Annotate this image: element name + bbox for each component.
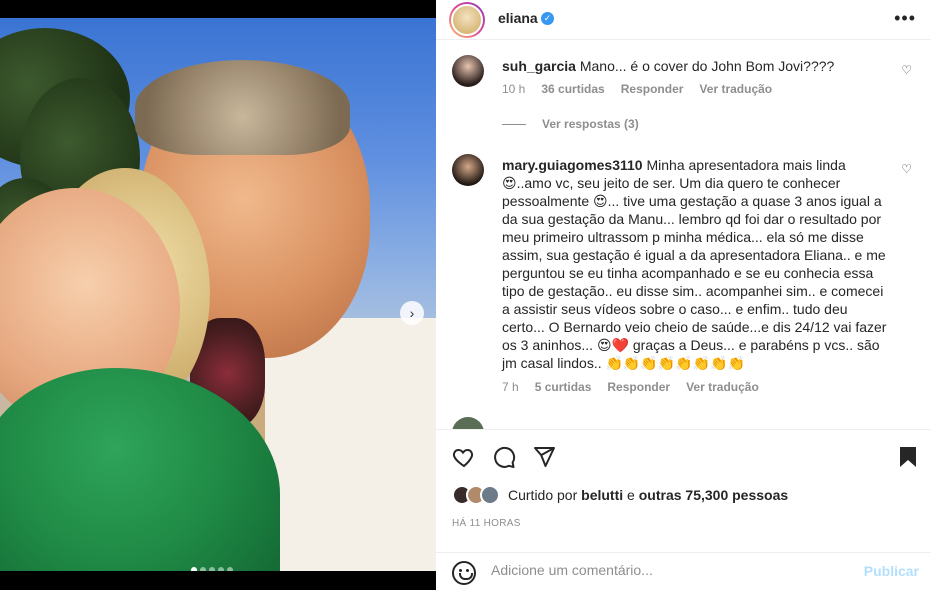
like-heart-icon[interactable] bbox=[452, 445, 476, 469]
like-comment-heart-icon[interactable]: ♡ bbox=[901, 162, 912, 176]
view-replies-button[interactable]: Ver respostas (3) bbox=[502, 117, 639, 131]
comment-likes[interactable]: 36 curtidas bbox=[541, 82, 604, 96]
liked-prefix: Curtido por bbox=[508, 487, 578, 503]
reply-button[interactable]: Responder bbox=[607, 380, 670, 394]
chevron-right-icon: › bbox=[409, 305, 415, 321]
carousel-dot bbox=[191, 567, 197, 571]
comment-time[interactable]: 10 h bbox=[502, 82, 525, 96]
liked-connector: e bbox=[627, 487, 635, 503]
comment-meta: 10 h 36 curtidas Responder Ver tradução bbox=[502, 82, 772, 96]
avatar bbox=[480, 485, 500, 505]
translate-button[interactable]: Ver tradução bbox=[699, 82, 772, 96]
post-header: eliana ✓ ••• bbox=[436, 0, 931, 40]
more-options-icon[interactable]: ••• bbox=[894, 8, 916, 29]
replies-divider bbox=[502, 123, 526, 125]
man-shirt bbox=[265, 318, 436, 571]
avatar[interactable] bbox=[452, 55, 484, 87]
liked-others[interactable]: outras 75,300 pessoas bbox=[639, 487, 788, 503]
avatar[interactable] bbox=[449, 2, 485, 38]
man-hair bbox=[135, 60, 350, 155]
carousel-dot bbox=[218, 567, 224, 571]
comment-text: mary.guiagomes3110 Minha apresentadora m… bbox=[502, 156, 894, 372]
add-comment-bar: Publicar bbox=[436, 552, 931, 590]
author-username[interactable]: eliana bbox=[498, 10, 538, 26]
post-timestamp[interactable]: HÁ 11 HORAS bbox=[452, 518, 521, 529]
save-bookmark-icon[interactable] bbox=[896, 445, 920, 469]
avatar[interactable] bbox=[452, 154, 484, 186]
avatar-image bbox=[451, 4, 483, 36]
post-comment-button[interactable]: Publicar bbox=[864, 563, 919, 579]
comment-bubble-icon[interactable] bbox=[492, 445, 516, 469]
carousel-dot bbox=[200, 567, 206, 571]
comment-body: Minha apresentadora mais linda😍..amo vc,… bbox=[502, 157, 887, 371]
comment-meta: 7 h 5 curtidas Responder Ver tradução bbox=[502, 380, 759, 394]
post-actions: Curtido por belutti e outras 75,300 pess… bbox=[436, 429, 931, 541]
liked-by-row[interactable]: Curtido por belutti e outras 75,300 pess… bbox=[452, 485, 788, 505]
verified-badge-icon: ✓ bbox=[541, 12, 554, 25]
carousel-dot bbox=[209, 567, 215, 571]
reply-button[interactable]: Responder bbox=[621, 82, 684, 96]
avatar[interactable] bbox=[452, 417, 484, 429]
translate-button[interactable]: Ver tradução bbox=[686, 380, 759, 394]
next-photo-button[interactable]: › bbox=[400, 301, 424, 325]
instagram-post-modal: › eliana ✓ ••• suh_garcia Mano... é o co… bbox=[0, 0, 931, 590]
comments-list[interactable]: suh_garcia Mano... é o cover do John Bom… bbox=[436, 41, 931, 429]
comment: suh_garcia Mano... é o cover do John Bom… bbox=[452, 55, 912, 125]
share-send-icon[interactable] bbox=[532, 445, 556, 469]
comment-text: suh_garcia Mano... é o cover do John Bom… bbox=[502, 57, 894, 75]
liked-user[interactable]: belutti bbox=[581, 487, 623, 503]
carousel-dot bbox=[227, 567, 233, 571]
comment-time[interactable]: 7 h bbox=[502, 380, 519, 394]
like-comment-heart-icon[interactable]: ♡ bbox=[901, 63, 912, 77]
emoji-icon[interactable] bbox=[452, 561, 476, 585]
comment: mary.guiagomes3110 Minha apresentadora m… bbox=[452, 154, 912, 394]
comment-likes[interactable]: 5 curtidas bbox=[535, 380, 592, 394]
carousel-dots bbox=[191, 567, 233, 571]
comment-body: Mano... é o cover do John Bom Jovi???? bbox=[579, 58, 835, 74]
liked-by-text: Curtido por belutti e outras 75,300 pess… bbox=[508, 487, 788, 503]
comment-username[interactable]: suh_garcia bbox=[502, 58, 576, 74]
comment-username[interactable]: mary.guiagomes3110 bbox=[502, 157, 643, 173]
post-photo[interactable]: › bbox=[0, 18, 436, 571]
post-details-panel: eliana ✓ ••• suh_garcia Mano... é o cove… bbox=[436, 0, 931, 590]
view-replies-label: Ver respostas (3) bbox=[542, 117, 639, 131]
comment-input[interactable] bbox=[491, 562, 821, 578]
